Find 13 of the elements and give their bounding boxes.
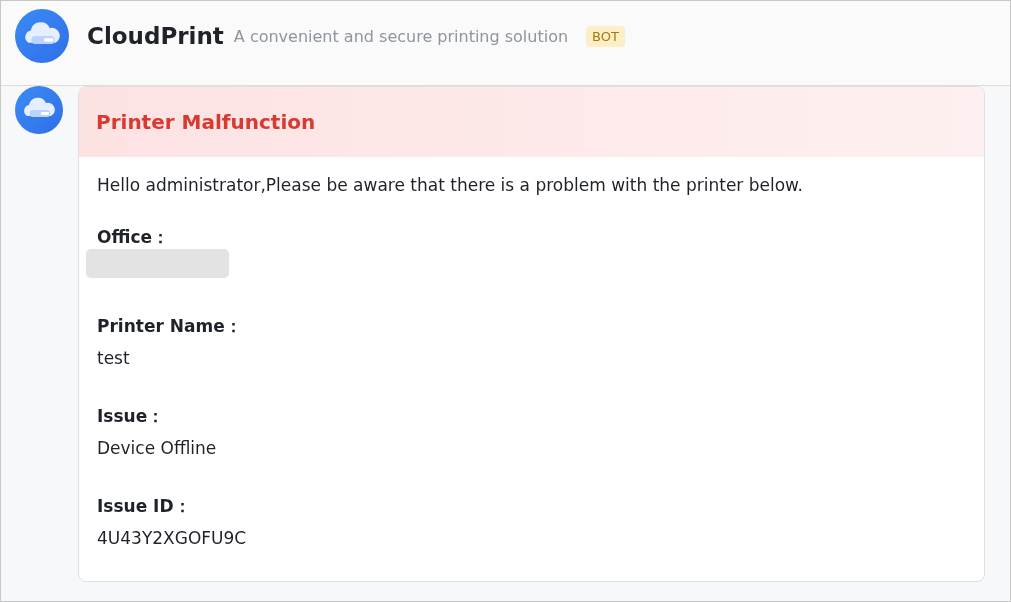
field-value: Device Offline [97, 438, 218, 458]
bot-badge: BOT [586, 25, 625, 47]
field-label: Office： [97, 227, 171, 247]
field-label: Issue ID： [97, 496, 192, 516]
card-title: Printer Malfunction [79, 87, 984, 157]
field-value: test [97, 348, 131, 368]
field-label: Issue： [97, 406, 166, 426]
field-label: Printer Name： [97, 316, 243, 336]
cloud-logo-icon [15, 9, 69, 63]
field-value: 4U43Y2XGOFU9C [97, 528, 248, 548]
app-name: CloudPrint [87, 23, 224, 49]
app-tagline: A convenient and secure printing solution [233, 26, 569, 46]
greeting-text: Hello administrator,Please be aware that there is a problem with the printer below. [97, 175, 804, 195]
